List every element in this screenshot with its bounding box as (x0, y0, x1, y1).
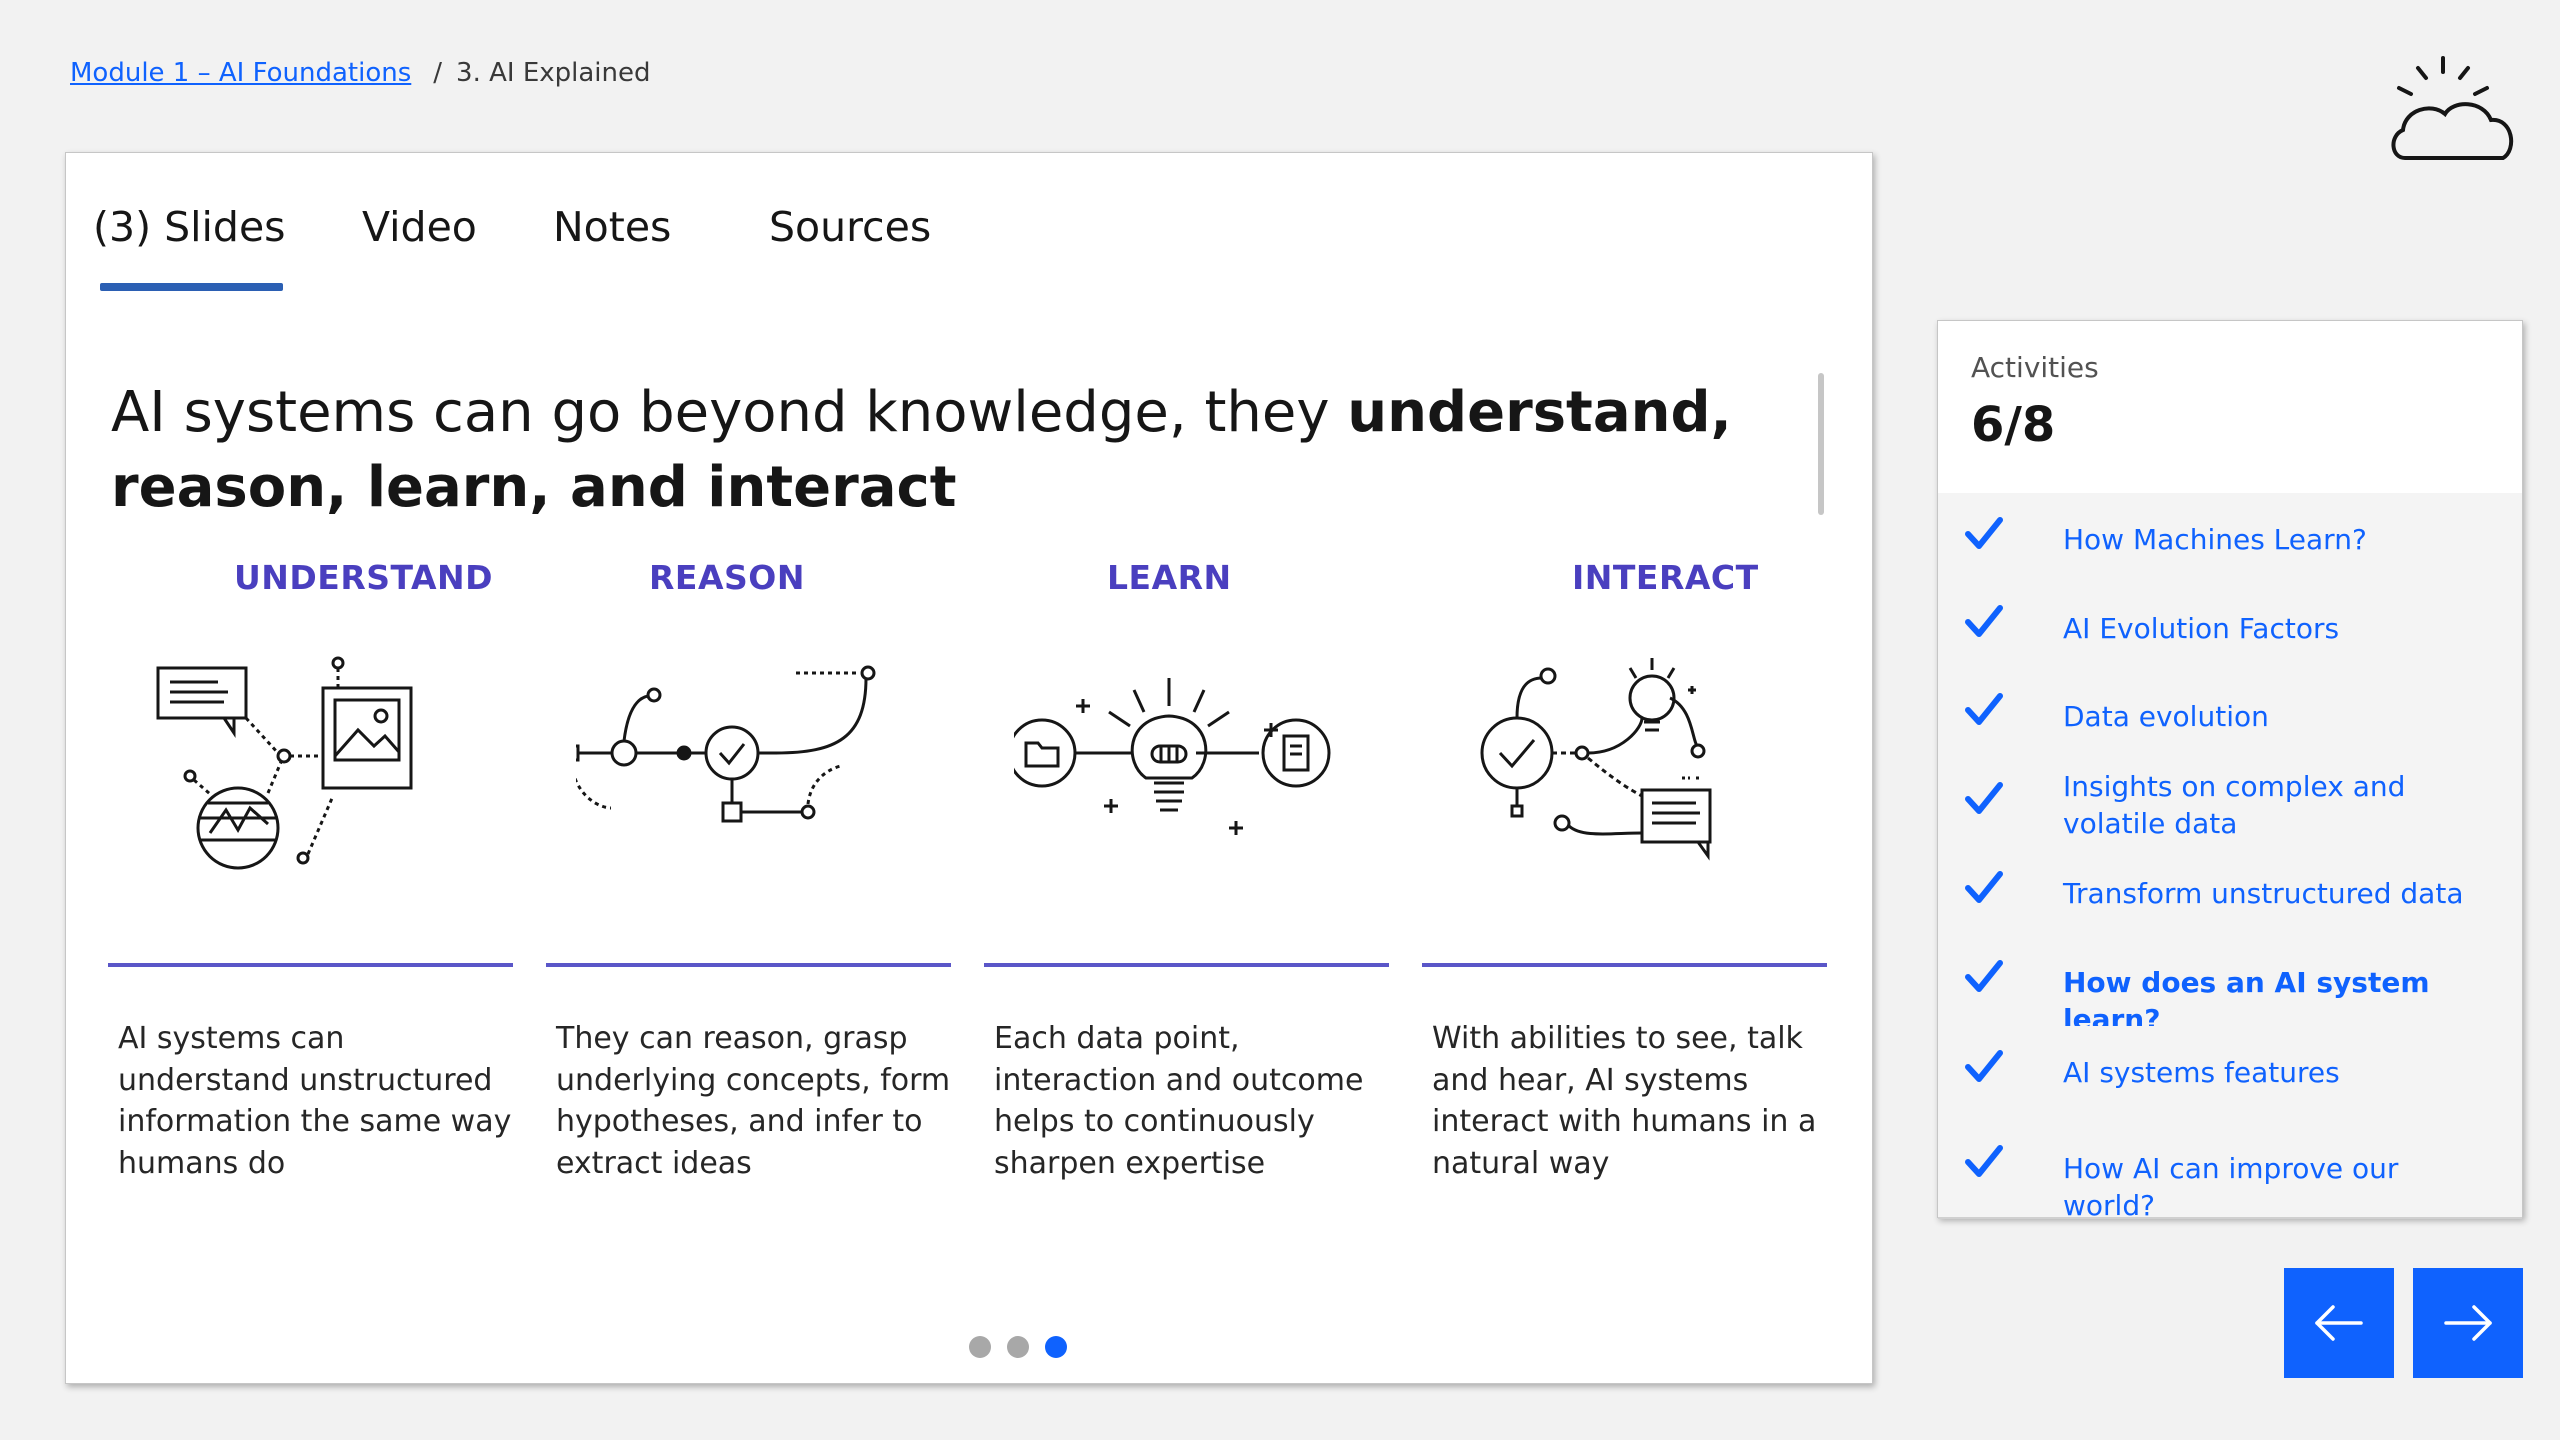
column-description: With abilities to see, talk and hear, AI… (1432, 1021, 1817, 1181)
breadcrumb-module-link[interactable]: Module 1 – AI Foundations (70, 58, 411, 88)
activity-item[interactable]: How Machines Learn? (1938, 493, 2522, 584)
content-card: (3) Slides Video Notes Sources AI system… (65, 152, 1873, 1384)
arrow-right-icon (2444, 1305, 2492, 1341)
column-title: UNDERSTAND (234, 558, 494, 597)
column-description: AI systems can understand unstructured i… (118, 1021, 512, 1181)
column-understand: UNDERSTAND AI systems can understand uns… (108, 558, 513, 1338)
activities-panel: Activities 6/8 How Machines Learn? AI Evo… (1937, 320, 2523, 1222)
learn-illustration-icon (1007, 618, 1344, 878)
column-divider (546, 963, 951, 967)
previous-button[interactable] (2284, 1268, 2394, 1378)
checkmark-icon (1965, 1145, 2003, 1177)
checkmark-icon (1965, 782, 2003, 814)
activity-item[interactable]: AI systems features (1938, 1026, 2522, 1117)
breadcrumb-current: 3. AI Explained (456, 58, 651, 88)
activity-item-label: How AI can improve our world? (2063, 1151, 2399, 1222)
activity-item-label: How Machines Learn? (2063, 523, 2367, 556)
sun-cloud-icon (2385, 50, 2525, 170)
breadcrumb: Module 1 – AI Foundations / 3. AI Explaine… (70, 58, 651, 88)
activity-item-label: Data evolution (2063, 699, 2269, 733)
checkmark-icon (1965, 605, 2003, 637)
activities-label: Activities (1971, 351, 2099, 384)
checkmark-icon (1965, 693, 2003, 725)
activity-item[interactable]: Insights on complex and volatile data (1938, 758, 2522, 850)
slide-scrollbar[interactable] (1818, 373, 1824, 515)
next-button[interactable] (2413, 1268, 2523, 1378)
activity-item[interactable]: AI Evolution Factors (1938, 582, 2522, 672)
pagination-dot-3[interactable] (1045, 1336, 1067, 1358)
slide-headline: AI systems can go beyond knowledge, they… (111, 375, 1851, 525)
tab-slides[interactable]: (3) Slides (93, 203, 286, 251)
reason-illustration-icon (562, 618, 906, 878)
column-title: INTERACT (1572, 558, 1759, 597)
column-learn: LEARN Each data point, interaction and o… (984, 558, 1389, 1338)
activity-item[interactable]: How does an AI system learn? (1938, 935, 2522, 1036)
column-reason: REASON They can reason, grasp underlying… (546, 558, 951, 1338)
arrow-left-icon (2315, 1305, 2363, 1341)
column-divider (1422, 963, 1827, 967)
checkmark-icon (1965, 1049, 2003, 1082)
activity-item-label: Transform unstructured data (2063, 877, 2464, 910)
activity-item[interactable]: How AI can improve our world? (1938, 1115, 2522, 1222)
pagination-dot-2[interactable] (1007, 1336, 1029, 1358)
activities-count: 6/8 (1971, 397, 2056, 453)
tab-bar: (3) Slides Video Notes Sources (66, 153, 1872, 298)
column-title: REASON (649, 558, 805, 597)
activity-item-label: AI Evolution Factors (2063, 611, 2340, 645)
activity-item[interactable]: Data evolution (1938, 670, 2522, 760)
headline-text: AI systems can go beyond knowledge, they (111, 380, 1348, 445)
column-description: They can reason, grasp underlying concep… (556, 1021, 951, 1181)
activity-item-label: AI systems features (2063, 1056, 2340, 1089)
column-description: Each data point, interaction and outcome… (994, 1021, 1364, 1181)
tab-notes[interactable]: Notes (553, 203, 671, 251)
breadcrumb-separator: / (433, 58, 443, 88)
interact-illustration-icon (1452, 618, 1782, 878)
checkmark-icon (1965, 516, 2003, 549)
activity-item-label: Insights on complex and volatile data (2063, 770, 2406, 840)
tab-sources[interactable]: Sources (769, 203, 931, 251)
column-divider (984, 963, 1389, 967)
column-interact: INTERACT With abilities to see, talk and… (1422, 558, 1827, 1338)
tab-selected-indicator (100, 283, 283, 291)
understand-illustration-icon (138, 618, 468, 878)
tab-video[interactable]: Video (362, 203, 477, 251)
activities-header: Activities 6/8 (1938, 321, 2522, 495)
checkmark-icon (1965, 870, 2003, 903)
activity-item[interactable]: Transform unstructured data (1938, 848, 2522, 937)
checkmark-icon (1965, 959, 2003, 992)
column-title: LEARN (1107, 558, 1232, 597)
column-divider (108, 963, 513, 967)
pagination-dot-1[interactable] (969, 1336, 991, 1358)
